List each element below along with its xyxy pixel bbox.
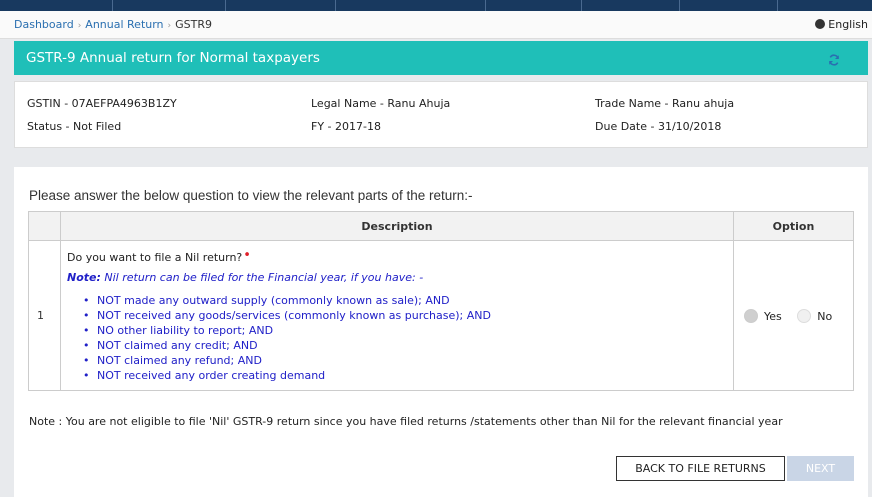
breadcrumb-annual-return[interactable]: Annual Return: [85, 18, 163, 31]
status-text: Status - Not Filed: [27, 120, 122, 133]
top-nav-strip: [0, 0, 872, 11]
yes-label: Yes: [764, 309, 782, 323]
row-number: 1: [28, 240, 61, 391]
question-heading: Please answer the below question to view…: [29, 188, 473, 203]
table-header-row: Description Option: [28, 211, 854, 241]
breadcrumb-dashboard[interactable]: Dashboard: [14, 18, 74, 31]
back-to-file-returns-button[interactable]: BACK TO FILE RETURNS: [616, 456, 785, 481]
nil-return-note: Note: Nil return can be filed for the Fi…: [67, 271, 727, 284]
list-item: NOT claimed any refund; AND: [79, 353, 727, 368]
eligibility-note: Note : You are not eligible to file 'Nil…: [29, 415, 783, 428]
breadcrumb-separator-icon: ›: [77, 21, 82, 31]
note-label: Note:: [67, 271, 101, 284]
column-header-number: [28, 211, 61, 241]
table-row: 1 Do you want to file a Nil return?• Not…: [28, 240, 854, 391]
breadcrumb-current: GSTR9: [175, 18, 213, 31]
yes-radio[interactable]: [744, 308, 758, 323]
gstin-text: GSTIN - 07AEFPA4963B1ZY: [27, 97, 177, 110]
list-item: NOT claimed any credit; AND: [79, 338, 727, 353]
globe-icon: [815, 19, 826, 29]
row-options: Yes No: [733, 240, 854, 391]
trade-name-text: Trade Name - Ranu ahuja: [595, 97, 735, 110]
top-nav-segment: [336, 0, 486, 11]
breadcrumb-bar: Dashboard › Annual Return › GSTR9 English: [0, 11, 872, 39]
legal-name-text: Legal Name - Ranu Ahuja: [311, 97, 451, 110]
page-header: GSTR-9 Annual return for Normal taxpayer…: [14, 41, 868, 75]
top-nav-segment: [113, 0, 226, 11]
page-title: GSTR-9 Annual return for Normal taxpayer…: [26, 50, 320, 66]
language-label: English: [828, 18, 868, 31]
language-selector[interactable]: English: [815, 18, 868, 31]
nil-return-question: Do you want to file a Nil return?•: [67, 248, 727, 264]
list-item: NOT received any order creating demand: [79, 368, 727, 383]
note-text: Nil return can be filed for the Financia…: [104, 271, 424, 284]
column-header-option: Option: [733, 211, 854, 241]
column-header-description: Description: [60, 211, 734, 241]
top-nav-segment: [0, 0, 113, 11]
list-item: NOT made any outward supply (commonly kn…: [79, 293, 727, 308]
row-description: Do you want to file a Nil return?• Note:…: [60, 240, 734, 391]
top-nav-segment: [486, 0, 582, 11]
due-date-text: Due Date - 31/10/2018: [595, 120, 722, 133]
list-item: NOT received any goods/services (commonl…: [79, 308, 727, 323]
required-mark: •: [243, 248, 251, 263]
question-table: Description Option 1 Do you want to file…: [28, 211, 854, 391]
breadcrumb: Dashboard › Annual Return › GSTR9: [14, 18, 212, 31]
refresh-icon[interactable]: [828, 54, 840, 66]
top-nav-segment: [582, 0, 680, 11]
question-text: Do you want to file a Nil return?: [67, 251, 243, 264]
top-nav-segment: [226, 0, 336, 11]
fy-text: FY - 2017-18: [311, 120, 381, 133]
next-button[interactable]: NEXT: [787, 456, 854, 481]
nil-return-conditions: NOT made any outward supply (commonly kn…: [79, 293, 727, 383]
question-panel: Please answer the below question to view…: [14, 167, 868, 497]
breadcrumb-separator-icon: ›: [167, 21, 172, 31]
top-nav-segment: [680, 0, 778, 11]
taxpayer-info-card: GSTIN - 07AEFPA4963B1ZY Legal Name - Ran…: [14, 81, 868, 148]
list-item: NO other liability to report; AND: [79, 323, 727, 338]
no-label: No: [817, 309, 833, 323]
no-radio[interactable]: [797, 308, 812, 323]
